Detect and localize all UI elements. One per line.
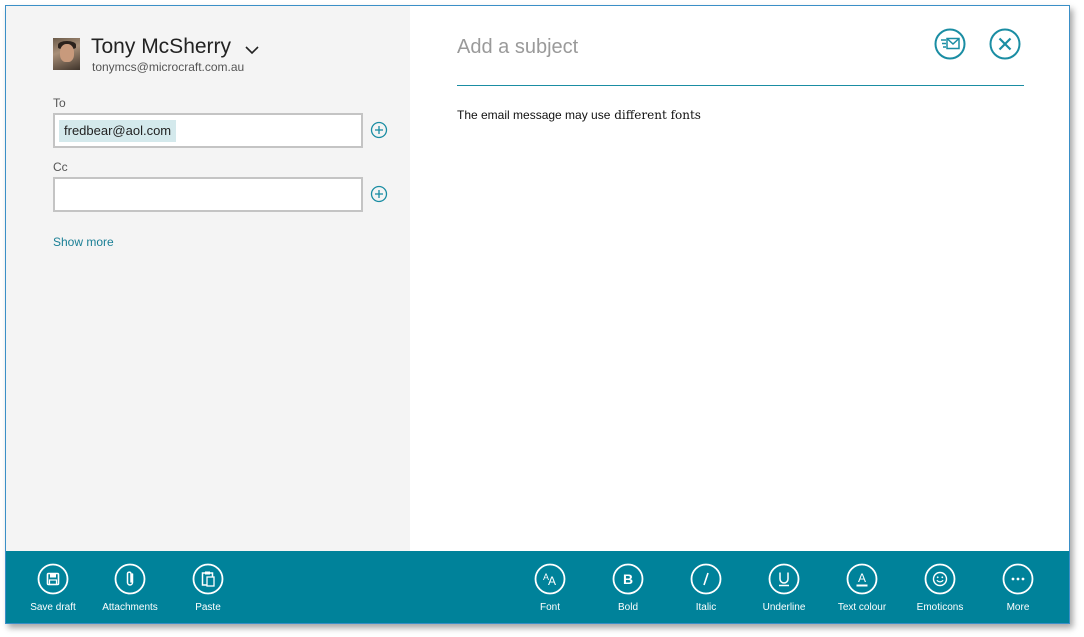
subject-field[interactable]: Add a subject [457,36,578,59]
save-draft-button[interactable]: Save draft [18,563,88,621]
cc-field[interactable] [53,177,363,212]
attachments-button[interactable]: Attachments [95,563,165,621]
bold-icon: B [612,563,644,595]
more-icon [1002,563,1034,595]
to-label: To [53,96,66,110]
save-draft-label: Save draft [30,602,76,613]
save-icon [37,563,69,595]
paste-label: Paste [195,602,221,613]
italic-button[interactable]: Italic [671,563,741,621]
subject-divider [457,85,1024,86]
italic-label: Italic [695,602,717,613]
svg-text:B: B [623,571,633,587]
account-email: tonymcs@microcraft.com.au [92,60,245,74]
text-colour-label: Text colour [837,602,887,613]
italic-icon [690,563,722,595]
underline-label: Underline [762,602,806,613]
emoticon-icon [924,563,956,595]
more-label: More [1006,602,1030,613]
emoticons-label: Emoticons [916,602,964,613]
chevron-down-icon[interactable] [244,44,260,56]
bold-button[interactable]: B Bold [593,563,663,621]
avatar [53,38,80,70]
bold-label: Bold [617,602,638,613]
recipient-chip[interactable]: fredbear@aol.com [59,120,177,142]
message-body[interactable]: The email message may use different font… [457,108,701,122]
message-text-sans: The email message may use [457,108,611,122]
add-cc-recipient-icon[interactable] [370,185,388,203]
send-icon[interactable] [934,28,966,60]
app-bar: Save draft Attachments Paste A A Font B … [6,551,1069,623]
emoticons-button[interactable]: Emoticons [905,563,975,621]
recipients-pane: Tony McSherry tonymcs@microcraft.com.au … [6,6,410,551]
add-to-recipient-icon[interactable] [370,121,388,139]
text-colour-button[interactable]: A Text colour [827,563,897,621]
more-button[interactable]: More [983,563,1053,621]
attachments-label: Attachments [102,602,158,613]
close-icon[interactable] [989,28,1021,60]
svg-text:A: A [548,574,556,588]
paste-button[interactable]: Paste [173,563,243,621]
underline-icon [768,563,800,595]
cc-label: Cc [53,160,68,174]
svg-text:A: A [858,571,866,585]
font-icon: A A [534,563,566,595]
mail-compose-window: Tony McSherry tonymcs@microcraft.com.au … [5,5,1070,624]
paperclip-icon [114,563,146,595]
text-colour-icon: A [846,563,878,595]
show-more-link[interactable]: Show more [53,235,114,249]
font-label: Font [539,602,560,613]
underline-button[interactable]: Underline [749,563,819,621]
font-button[interactable]: A A Font [515,563,585,621]
clipboard-icon [192,563,224,595]
to-field[interactable]: fredbear@aol.com [53,113,363,148]
account-name[interactable]: Tony McSherry [91,35,231,59]
message-text-serif: different fonts [614,108,701,122]
